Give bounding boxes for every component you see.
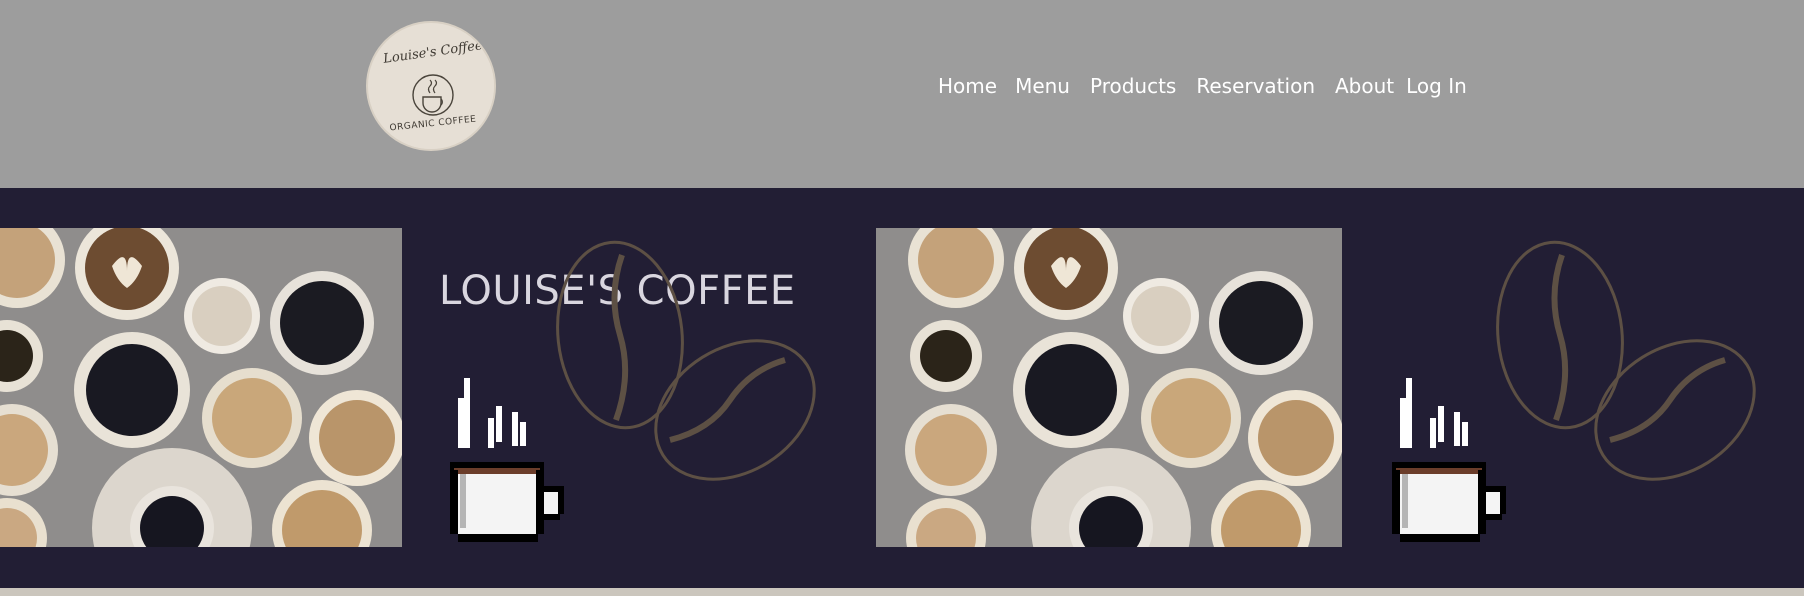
coffee-beans-illustration (550, 240, 820, 490)
main-nav: Home Menu Products Reservation About Log… (938, 74, 1467, 98)
nav-login[interactable]: Log In (1406, 74, 1467, 98)
brand-logo[interactable]: Louise's Coffee ORGANIC COFFEE (366, 21, 496, 151)
nav-products[interactable]: Products (1090, 74, 1176, 98)
coffee-beans-illustration-2 (1490, 240, 1760, 490)
footer-strip (0, 588, 1804, 596)
nav-reservation[interactable]: Reservation (1196, 74, 1315, 98)
nav-menu[interactable]: Menu (1015, 74, 1070, 98)
coffee-cups-photo-2 (876, 228, 1342, 547)
pixel-coffee-cup-icon (450, 378, 570, 550)
coffee-cups-photo (0, 228, 402, 547)
nav-about[interactable]: About (1335, 74, 1394, 98)
pixel-coffee-cup-icon-2 (1392, 378, 1512, 550)
nav-home[interactable]: Home (938, 74, 997, 98)
hero-section: LOUISE'S COFFEE (0, 188, 1804, 588)
site-header: Louise's Coffee ORGANIC COFFEE Home Menu… (0, 0, 1804, 188)
